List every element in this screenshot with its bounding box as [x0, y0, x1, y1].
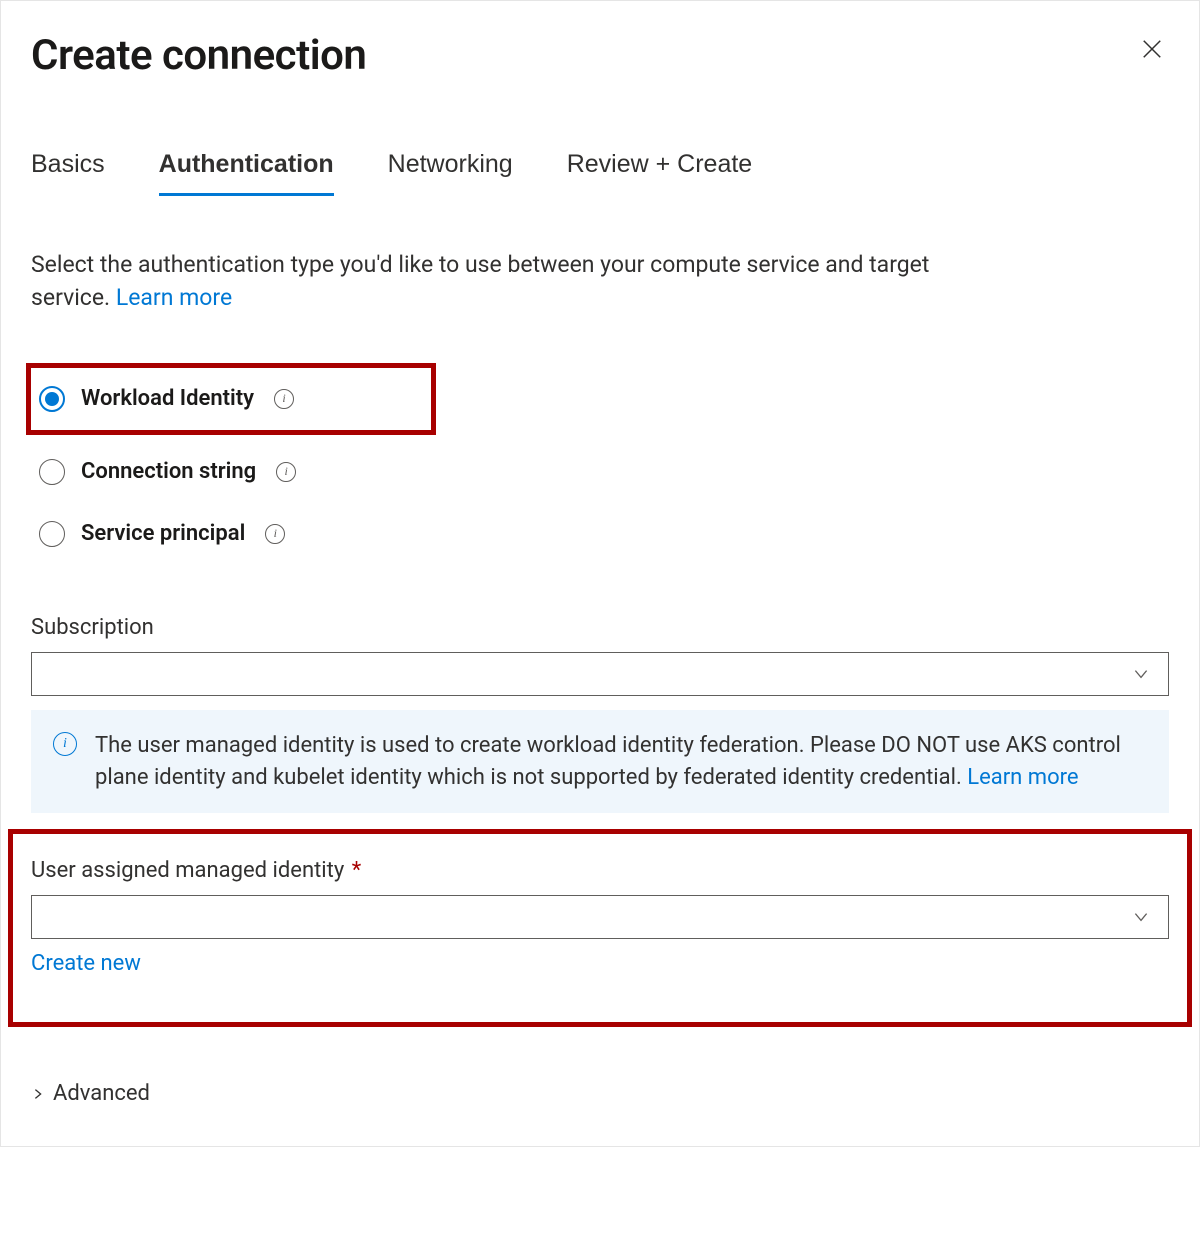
close-icon	[1141, 35, 1163, 66]
radio-row-connection-string[interactable]: Connection string i	[31, 441, 1169, 503]
page-title: Create connection	[31, 31, 366, 80]
auth-description: Select the authentication type you'd lik…	[31, 248, 1011, 315]
info-callout-text: The user managed identity is used to cre…	[95, 730, 1149, 794]
radio-row-service-principal[interactable]: Service principal i	[31, 503, 1169, 565]
uami-dropdown[interactable]	[31, 895, 1169, 939]
info-icon: i	[53, 732, 77, 756]
chevron-down-icon	[1132, 665, 1150, 683]
uami-field: User assigned managed identity * Create …	[31, 858, 1169, 976]
radio-label: Connection string	[81, 459, 256, 484]
subscription-dropdown[interactable]	[31, 652, 1169, 696]
tab-review-create[interactable]: Review + Create	[567, 150, 753, 196]
chevron-right-icon	[31, 1084, 45, 1104]
radio-icon	[39, 521, 65, 547]
learn-more-link[interactable]: Learn more	[967, 765, 1078, 790]
uami-label-text: User assigned managed identity	[31, 858, 344, 883]
create-connection-panel: Create connection Basics Authentication …	[0, 0, 1200, 1147]
tab-basics[interactable]: Basics	[31, 150, 105, 196]
tab-strip: Basics Authentication Networking Review …	[31, 150, 1169, 196]
uami-label: User assigned managed identity *	[31, 858, 1169, 883]
auth-type-radio-group: Workload Identity i Connection string i …	[31, 363, 1169, 565]
info-icon[interactable]: i	[265, 524, 285, 544]
radio-dot-icon	[45, 392, 59, 406]
advanced-toggle[interactable]: Advanced	[31, 1081, 1169, 1106]
advanced-label: Advanced	[53, 1081, 150, 1106]
required-marker: *	[352, 858, 361, 883]
info-icon[interactable]: i	[274, 389, 294, 409]
create-new-link[interactable]: Create new	[31, 951, 141, 976]
panel-header: Create connection	[31, 31, 1169, 80]
learn-more-link[interactable]: Learn more	[116, 284, 232, 311]
radio-row-workload-identity[interactable]: Workload Identity i	[26, 363, 436, 435]
chevron-down-icon	[1132, 908, 1150, 926]
info-icon[interactable]: i	[276, 462, 296, 482]
tab-networking[interactable]: Networking	[388, 150, 513, 196]
tab-authentication[interactable]: Authentication	[159, 150, 334, 196]
radio-label: Workload Identity	[81, 386, 254, 411]
close-button[interactable]	[1135, 31, 1169, 71]
radio-icon	[39, 459, 65, 485]
subscription-label: Subscription	[31, 615, 1169, 640]
uami-highlighted-section: User assigned managed identity * Create …	[8, 829, 1192, 1027]
radio-label: Service principal	[81, 521, 245, 546]
subscription-field: Subscription	[31, 615, 1169, 696]
radio-icon-selected	[39, 386, 65, 412]
identity-info-callout: i The user managed identity is used to c…	[31, 710, 1169, 814]
